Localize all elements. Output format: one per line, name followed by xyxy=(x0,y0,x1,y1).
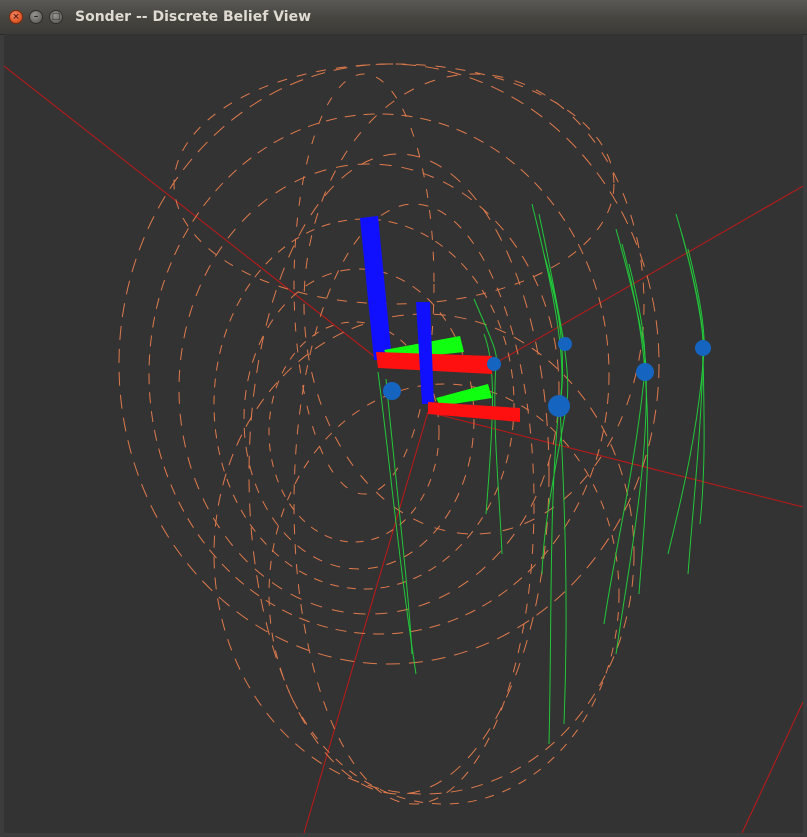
belief-node[interactable] xyxy=(636,363,654,381)
belief-node[interactable] xyxy=(548,395,570,417)
scene-background xyxy=(4,34,803,833)
minimize-glyph: – xyxy=(33,11,39,22)
app-window: × – □ Sonder -- Discrete Belief View xyxy=(0,0,807,837)
belief-node[interactable] xyxy=(383,382,401,400)
belief-scene[interactable] xyxy=(4,34,803,833)
maximize-glyph: □ xyxy=(51,11,61,22)
title-bar[interactable]: × – □ Sonder -- Discrete Belief View xyxy=(0,0,807,35)
belief-node[interactable] xyxy=(695,340,711,356)
close-glyph: × xyxy=(12,11,20,22)
window-title: Sonder -- Discrete Belief View xyxy=(75,9,312,25)
close-icon[interactable]: × xyxy=(9,10,23,24)
belief-node[interactable] xyxy=(558,337,572,351)
belief-node[interactable] xyxy=(487,357,501,371)
maximize-icon[interactable]: □ xyxy=(49,10,63,24)
minimize-icon[interactable]: – xyxy=(29,10,43,24)
3d-viewport[interactable] xyxy=(4,34,803,833)
